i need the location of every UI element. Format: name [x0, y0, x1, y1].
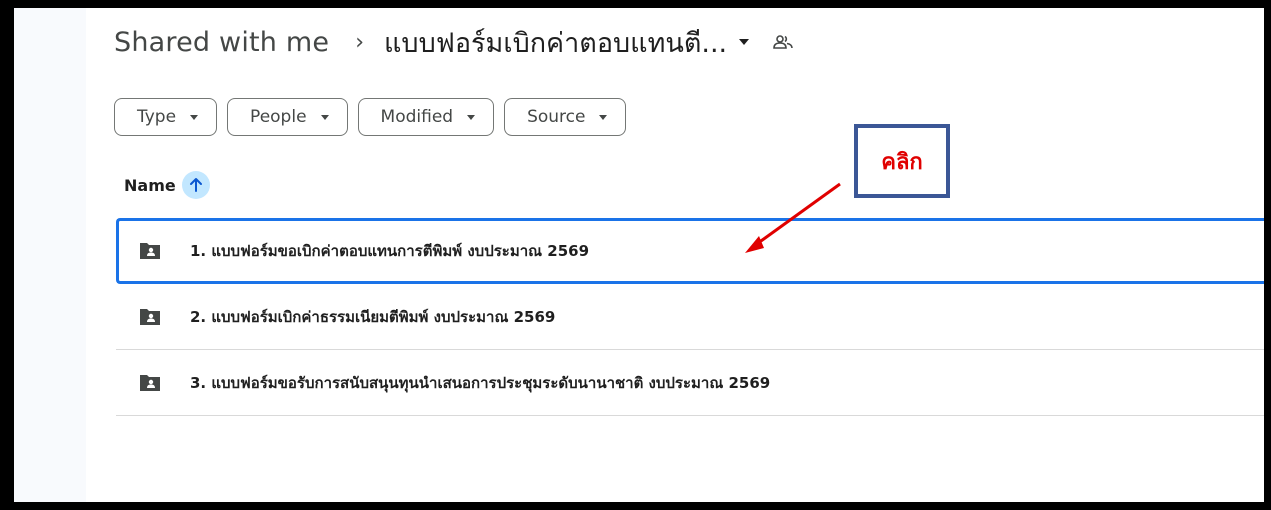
annotation-arrow: [745, 182, 841, 253]
drive-window: Shared with me › แบบฟอร์มเบิกค่าตอบแทนตี…: [14, 8, 1264, 502]
annotation-callout: คลิก: [854, 124, 950, 198]
annotation-text: คลิก: [881, 149, 923, 175]
